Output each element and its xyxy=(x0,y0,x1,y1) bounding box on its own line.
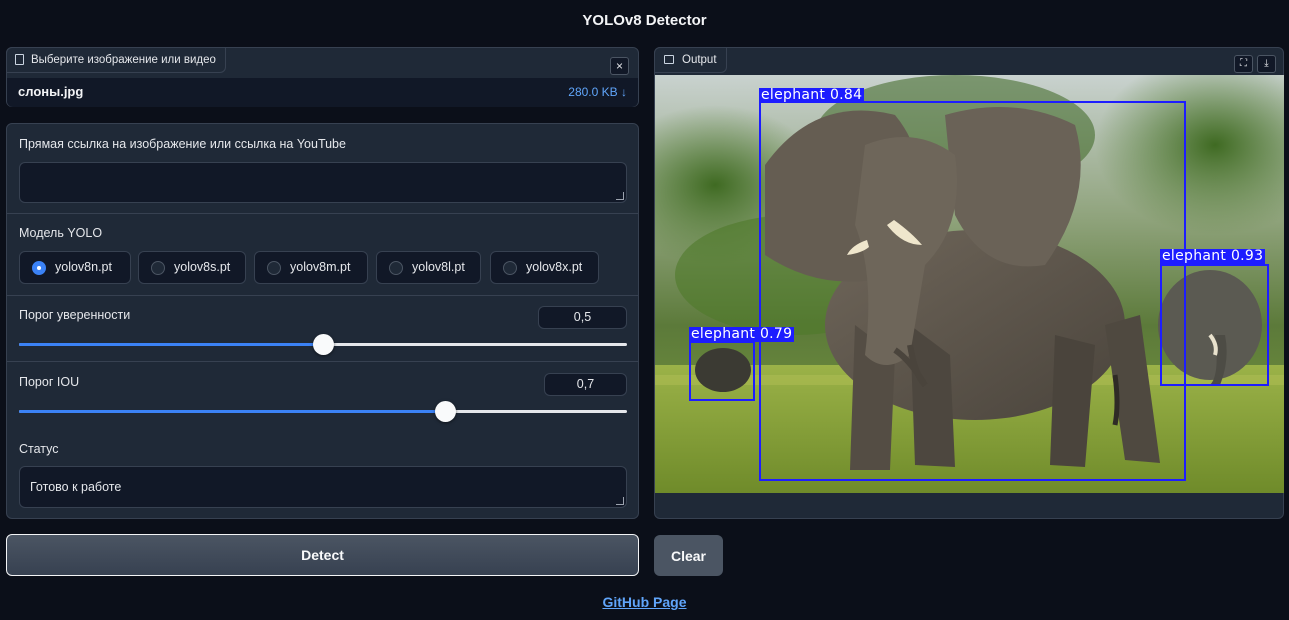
radio-dot xyxy=(151,261,165,275)
detection-label: elephant 0.79 xyxy=(689,326,795,342)
status-label: Статус xyxy=(19,442,59,456)
iou-number-input[interactable]: 0,7 xyxy=(544,373,627,396)
close-icon[interactable]: × xyxy=(610,57,629,75)
page-title: YOLOv8 Detector xyxy=(582,12,707,29)
file-icon xyxy=(15,54,24,65)
github-link[interactable]: GitHub Page xyxy=(602,594,686,610)
detection-label: elephant 0.84 xyxy=(759,87,865,103)
slider-thumb[interactable] xyxy=(434,401,456,422)
model-label: Модель YOLO xyxy=(19,226,103,240)
file-upload[interactable]: Выберите изображение или видео × слоны.j… xyxy=(6,47,639,107)
radio-yolov8x[interactable]: yolov8x.pt xyxy=(490,251,599,284)
divider xyxy=(7,213,638,214)
clear-button[interactable]: Clear xyxy=(654,535,723,576)
controls-panel: Прямая ссылка на изображение или ссылка … xyxy=(6,123,639,519)
radio-dot xyxy=(389,261,403,275)
file-upload-label: Выберите изображение или видео xyxy=(6,47,226,73)
iou-slider[interactable] xyxy=(19,401,627,422)
status-field: Готово к работе xyxy=(19,466,627,508)
output-panel: Output ⛶ ⤓ elephant 0.84 elephant 0.93 e… xyxy=(654,47,1284,519)
file-size[interactable]: 280.0 KB ↓ xyxy=(568,85,627,99)
footer: GitHub Page xyxy=(0,594,1289,610)
iou-label: Порог IOU xyxy=(19,375,80,389)
image-icon xyxy=(664,55,674,64)
radio-label: yolov8m.pt xyxy=(290,260,351,274)
slider-thumb[interactable] xyxy=(313,334,334,355)
radio-label: yolov8x.pt xyxy=(526,260,583,274)
detect-button[interactable]: Detect xyxy=(6,534,639,576)
divider xyxy=(7,295,638,296)
status-text: Готово к работе xyxy=(30,480,122,494)
divider xyxy=(7,361,638,362)
detection-label: elephant 0.93 xyxy=(1160,248,1266,264)
output-image: elephant 0.84 elephant 0.93 elephant 0.7… xyxy=(655,75,1284,493)
radio-yolov8m[interactable]: yolov8m.pt xyxy=(254,251,368,284)
detection-box xyxy=(689,341,755,401)
file-upload-label-text: Выберите изображение или видео xyxy=(31,54,216,66)
detection-box xyxy=(1160,264,1269,386)
output-label-text: Output xyxy=(682,54,717,66)
url-label: Прямая ссылка на изображение или ссылка … xyxy=(19,137,346,151)
radio-dot xyxy=(503,261,517,275)
radio-yolov8n[interactable]: yolov8n.pt xyxy=(19,251,131,284)
file-name: слоны.jpg xyxy=(18,84,84,99)
confidence-label: Порог уверенности xyxy=(19,308,131,322)
download-icon[interactable]: ⤓ xyxy=(1257,55,1276,73)
radio-dot xyxy=(267,261,281,275)
confidence-number-input[interactable]: 0,5 xyxy=(538,306,627,329)
radio-label: yolov8s.pt xyxy=(174,260,231,274)
confidence-slider[interactable] xyxy=(19,334,627,355)
fullscreen-icon[interactable]: ⛶ xyxy=(1234,55,1253,73)
url-input[interactable] xyxy=(19,162,627,203)
radio-label: yolov8n.pt xyxy=(55,260,112,274)
detection-box xyxy=(759,101,1186,481)
slider-fill xyxy=(19,343,323,346)
radio-yolov8s[interactable]: yolov8s.pt xyxy=(138,251,246,284)
radio-dot xyxy=(32,261,46,275)
radio-yolov8l[interactable]: yolov8l.pt xyxy=(376,251,481,284)
file-row: слоны.jpg 280.0 KB ↓ xyxy=(7,78,638,107)
slider-fill xyxy=(19,410,445,413)
radio-label: yolov8l.pt xyxy=(412,260,465,274)
output-label: Output xyxy=(654,47,727,73)
